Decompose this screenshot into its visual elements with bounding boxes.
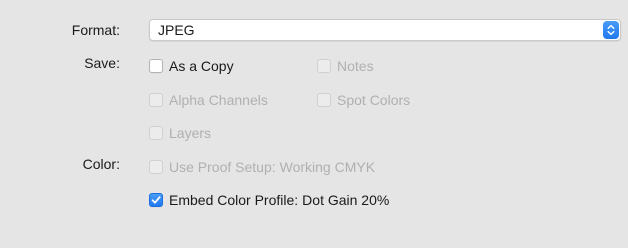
alpha-channels-checkbox[interactable]: Alpha Channels bbox=[149, 91, 268, 109]
checkbox-box[interactable] bbox=[149, 93, 163, 107]
embed-color-profile-label: Embed Color Profile: Dot Gain 20% bbox=[169, 192, 389, 208]
embed-color-profile-checkbox[interactable]: Embed Color Profile: Dot Gain 20% bbox=[149, 191, 389, 209]
use-proof-setup-value: Working CMYK bbox=[279, 159, 376, 175]
embed-color-profile-value: Dot Gain 20% bbox=[302, 192, 390, 208]
format-popup-value: JPEG bbox=[158, 22, 195, 38]
layers-label: Layers bbox=[169, 125, 212, 141]
checkmark-icon bbox=[151, 196, 161, 204]
spot-colors-checkbox[interactable]: Spot Colors bbox=[317, 91, 410, 109]
up-down-chevron-icon[interactable] bbox=[603, 21, 619, 39]
use-proof-setup-checkbox[interactable]: Use Proof Setup: Working CMYK bbox=[149, 158, 375, 176]
layers-checkbox[interactable]: Layers bbox=[149, 124, 211, 142]
use-proof-setup-text: Use Proof Setup: bbox=[169, 159, 276, 175]
spot-colors-label: Spot Colors bbox=[337, 92, 411, 108]
as-a-copy-label: As a Copy bbox=[169, 58, 234, 74]
checkbox-box[interactable] bbox=[317, 59, 331, 73]
save-label: Save: bbox=[84, 55, 120, 71]
use-proof-setup-label: Use Proof Setup: Working CMYK bbox=[169, 159, 375, 175]
checkbox-box[interactable] bbox=[149, 59, 163, 73]
notes-checkbox[interactable]: Notes bbox=[317, 57, 374, 75]
format-popup[interactable]: JPEG bbox=[149, 19, 621, 41]
checkbox-box[interactable] bbox=[317, 93, 331, 107]
embed-color-profile-text: Embed Color Profile: bbox=[169, 192, 299, 208]
checkbox-box[interactable] bbox=[149, 160, 163, 174]
as-a-copy-checkbox[interactable]: As a Copy bbox=[149, 57, 234, 75]
alpha-channels-label: Alpha Channels bbox=[169, 92, 268, 108]
format-label: Format: bbox=[71, 22, 120, 38]
notes-label: Notes bbox=[337, 58, 374, 74]
checkbox-box[interactable] bbox=[149, 126, 163, 140]
color-label: Color: bbox=[82, 156, 120, 172]
checkbox-box[interactable] bbox=[149, 193, 163, 207]
